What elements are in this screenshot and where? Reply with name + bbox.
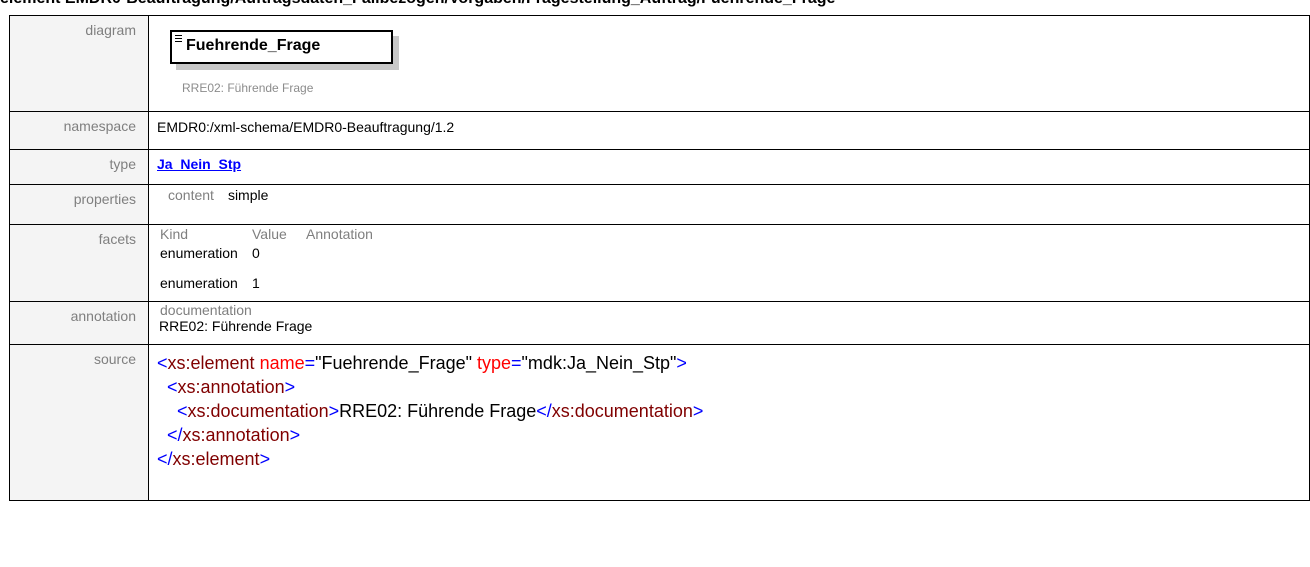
source-line-1: <xs:element name="Fuehrende_Frage" type=… bbox=[157, 353, 687, 373]
facet-kind: enumeration bbox=[160, 245, 238, 261]
row-namespace: namespace EMDR0:/xml-schema/EMDR0-Beauft… bbox=[9, 111, 1310, 150]
element-lines-icon bbox=[175, 35, 182, 44]
type-link[interactable]: Ja_Nein_Stp bbox=[157, 150, 241, 172]
label-diagram: diagram bbox=[9, 15, 149, 112]
facets-header-value: Value bbox=[252, 226, 287, 242]
diagram-caption: RRE02: Führende Frage bbox=[182, 81, 314, 95]
annotation-text: RRE02: Führende Frage bbox=[159, 318, 313, 334]
facet-kind: enumeration bbox=[160, 275, 238, 291]
schema-doc-table: diagram Fuehrende_Frage RRE02: Führende … bbox=[9, 15, 1310, 501]
label-namespace: namespace bbox=[9, 111, 149, 150]
row-source: source <xs:element name="Fuehrende_Frage… bbox=[9, 344, 1310, 501]
source-line-2: <xs:annotation> bbox=[167, 377, 296, 397]
facet-value: 0 bbox=[252, 245, 260, 261]
label-properties: properties bbox=[9, 184, 149, 225]
row-facets: facets Kind Value Annotation enumeration 0 … bbox=[9, 224, 1310, 302]
source-line-5: </xs:element> bbox=[157, 449, 271, 469]
label-facets: facets bbox=[9, 224, 149, 302]
property-key: content bbox=[168, 187, 214, 203]
source-line-4: </xs:annotation> bbox=[167, 425, 301, 445]
page-title: element EMDR0-Beauftragung/Auftragsdaten… bbox=[0, 0, 1310, 9]
namespace-value: EMDR0:/xml-schema/EMDR0-Beauftragung/1.2 bbox=[157, 119, 455, 135]
source-line-3: <xs:documentation>RRE02: Führende Frage<… bbox=[177, 401, 704, 421]
label-annotation: annotation bbox=[9, 301, 149, 345]
facet-value: 1 bbox=[252, 275, 260, 291]
label-type: type bbox=[9, 149, 149, 185]
facets-header-annotation: Annotation bbox=[306, 226, 373, 242]
facet-row: enumeration 1 bbox=[157, 272, 1309, 296]
row-diagram: diagram Fuehrende_Frage RRE02: Führende … bbox=[9, 15, 1310, 112]
facets-header-kind: Kind bbox=[160, 226, 189, 242]
diagram-cell: Fuehrende_Frage RRE02: Führende Frage bbox=[148, 15, 1310, 112]
facets-header: Kind Value Annotation bbox=[157, 225, 1309, 242]
label-source: source bbox=[9, 344, 149, 501]
row-type: type Ja_Nein_Stp bbox=[9, 149, 1310, 185]
row-annotation: annotation documentation RRE02: Führende… bbox=[9, 301, 1310, 345]
source-code: <xs:element name="Fuehrende_Frage" type=… bbox=[157, 345, 1309, 471]
facet-row: enumeration 0 bbox=[157, 242, 1309, 266]
property-value: simple bbox=[227, 187, 269, 203]
row-properties: properties content simple bbox=[9, 184, 1310, 225]
annotation-key: documentation bbox=[160, 302, 252, 318]
element-diagram-box: Fuehrende_Frage bbox=[170, 30, 393, 64]
diagram-element-name: Fuehrende_Frage bbox=[186, 37, 321, 54]
